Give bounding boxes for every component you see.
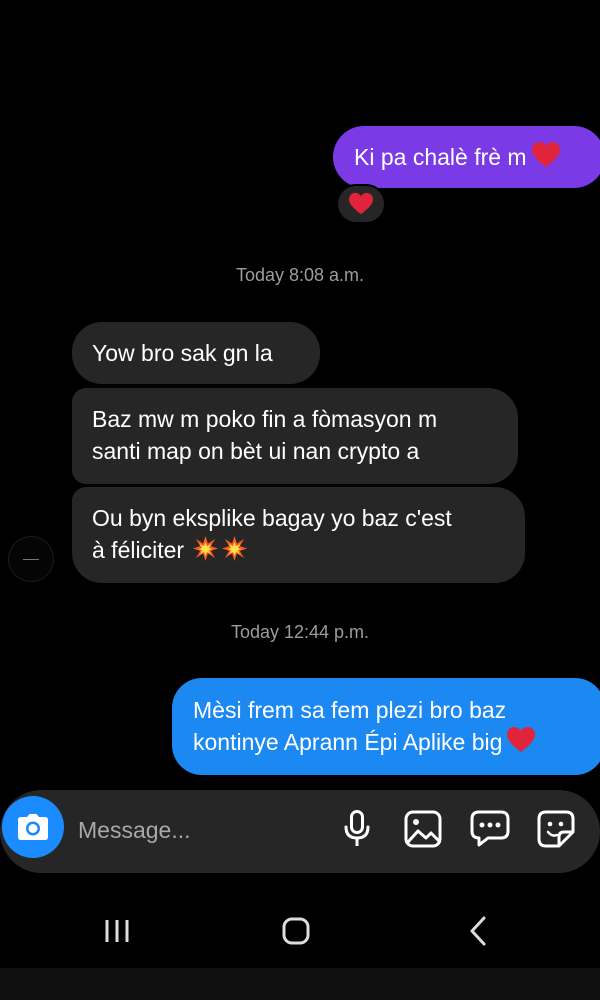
heart-emoji: [531, 141, 561, 177]
bottom-edge: [0, 968, 600, 1000]
microphone-icon: [344, 810, 370, 846]
system-navigation-bar: [0, 885, 600, 975]
timestamp: Today 12:44 p.m.: [230, 622, 370, 642]
camera-icon: [18, 814, 48, 840]
sticker-button[interactable]: [535, 808, 577, 850]
collision-emoji: [221, 535, 248, 570]
outgoing-message-1-text: Ki pa chalè frè m: [354, 144, 527, 170]
avatar-placeholder: [23, 558, 39, 560]
incoming-message-2-line1: Baz mw m poko fin a fòmasyon m: [92, 406, 438, 432]
avatar[interactable]: [8, 536, 54, 582]
microphone-button[interactable]: [336, 808, 378, 850]
incoming-message-3[interactable]: Ou byn eksplike bagay yo baz c'est à fél…: [72, 487, 525, 583]
gallery-button[interactable]: [402, 808, 444, 850]
back-button[interactable]: [456, 909, 500, 953]
outgoing-message-2-line2: kontinye Aprann Épi Aplike big: [193, 729, 503, 755]
incoming-message-3-line2: à féliciter: [92, 537, 185, 563]
chat-bubble-icon: [470, 810, 510, 847]
recent-apps-button[interactable]: [95, 909, 139, 953]
incoming-message-1[interactable]: Yow bro sak gn la: [72, 322, 320, 384]
chat-button[interactable]: [469, 808, 511, 850]
recent-apps-icon: [105, 920, 129, 942]
message-composer: [0, 790, 600, 873]
incoming-message-2-line2: santi map on bèt ui nan crypto a: [92, 438, 420, 464]
outgoing-message-1[interactable]: Ki pa chalè frè m: [333, 126, 600, 188]
heart-emoji: [506, 726, 536, 762]
back-icon: [470, 916, 486, 946]
incoming-message-1-text: Yow bro sak gn la: [92, 340, 273, 366]
outgoing-message-2[interactable]: Mèsi frem sa fem plezi bro baz kontinye …: [172, 678, 600, 775]
home-icon: [282, 917, 310, 945]
home-button[interactable]: [274, 909, 318, 953]
timestamp: Today 8:08 a.m.: [235, 265, 365, 285]
sticker-icon: [537, 810, 575, 848]
collision-emoji: [192, 535, 219, 570]
incoming-message-2[interactable]: Baz mw m poko fin a fòmasyon m santi map…: [72, 388, 518, 484]
message-input[interactable]: [78, 812, 318, 848]
outgoing-message-2-line1: Mèsi frem sa fem plezi bro baz: [193, 697, 507, 723]
heart-reaction[interactable]: [336, 184, 386, 224]
image-icon: [404, 810, 442, 848]
heart-icon: [349, 192, 373, 215]
camera-button[interactable]: [2, 796, 64, 858]
incoming-message-3-line1: Ou byn eksplike bagay yo baz c'est: [92, 505, 452, 531]
